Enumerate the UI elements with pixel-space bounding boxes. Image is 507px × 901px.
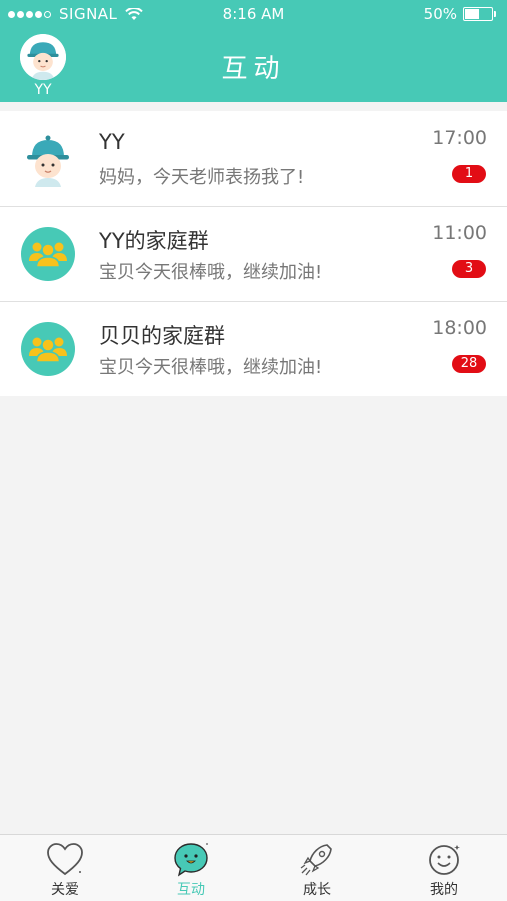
conversation-time: 17:00 (432, 127, 487, 149)
tab-label: 关爱 (51, 882, 79, 898)
conversation-preview: 宝贝今天很棒哦，继续加油! (99, 357, 323, 378)
conversation-row[interactable]: YY 妈妈，今天老师表扬我了! 17:00 1 (0, 111, 507, 206)
group-icon (21, 227, 75, 281)
conversation-name: YY的家庭群 (99, 229, 209, 253)
conversation-name: YY (99, 130, 125, 154)
child-avatar-icon (27, 135, 69, 187)
tab-label: 成长 (303, 882, 331, 898)
tab-label: 互动 (177, 882, 205, 898)
unread-badge: 1 (452, 165, 486, 183)
rocket-icon (300, 844, 332, 876)
smiley-icon (429, 845, 460, 875)
bottom-tab-bar: 关爱 互动 成长 我的 (0, 834, 507, 901)
conversation-time: 18:00 (432, 317, 487, 339)
unread-badge: 28 (452, 355, 486, 373)
tab-label: 我的 (430, 882, 458, 898)
conversation-avatar (20, 131, 76, 187)
unread-badge: 3 (452, 260, 486, 278)
conversation-row[interactable]: YY的家庭群 宝贝今天很棒哦，继续加油! 11:00 3 (0, 206, 507, 301)
conversation-time: 11:00 (432, 222, 487, 244)
conversation-avatar (20, 321, 76, 377)
battery-icon (463, 7, 496, 21)
status-bar: SIGNAL 8:16 AM 50% (0, 0, 507, 28)
tab-me[interactable]: 我的 (381, 835, 507, 901)
group-icon (21, 322, 75, 376)
chat-bubble-icon (174, 843, 208, 877)
conversation-list: YY 妈妈，今天老师表扬我了! 17:00 1 YY的家庭群 宝贝今天很棒哦，继… (0, 111, 507, 396)
tab-growth[interactable]: 成长 (254, 835, 380, 901)
conversation-name: 贝贝的家庭群 (99, 324, 225, 348)
top-header: SIGNAL 8:16 AM 50% YY 互动 (0, 0, 507, 102)
battery-percent: 50% (423, 5, 457, 23)
conversation-row[interactable]: 贝贝的家庭群 宝贝今天很棒哦，继续加油! 18:00 28 (0, 301, 507, 396)
tab-care[interactable]: 关爱 (2, 835, 128, 901)
page-title: 互动 (221, 54, 286, 84)
heart-icon (47, 843, 83, 876)
conversation-avatar (20, 226, 76, 282)
tab-interact[interactable]: 互动 (128, 835, 254, 901)
conversation-preview: 妈妈，今天老师表扬我了! (99, 167, 305, 188)
conversation-preview: 宝贝今天很棒哦，继续加油! (99, 262, 323, 283)
